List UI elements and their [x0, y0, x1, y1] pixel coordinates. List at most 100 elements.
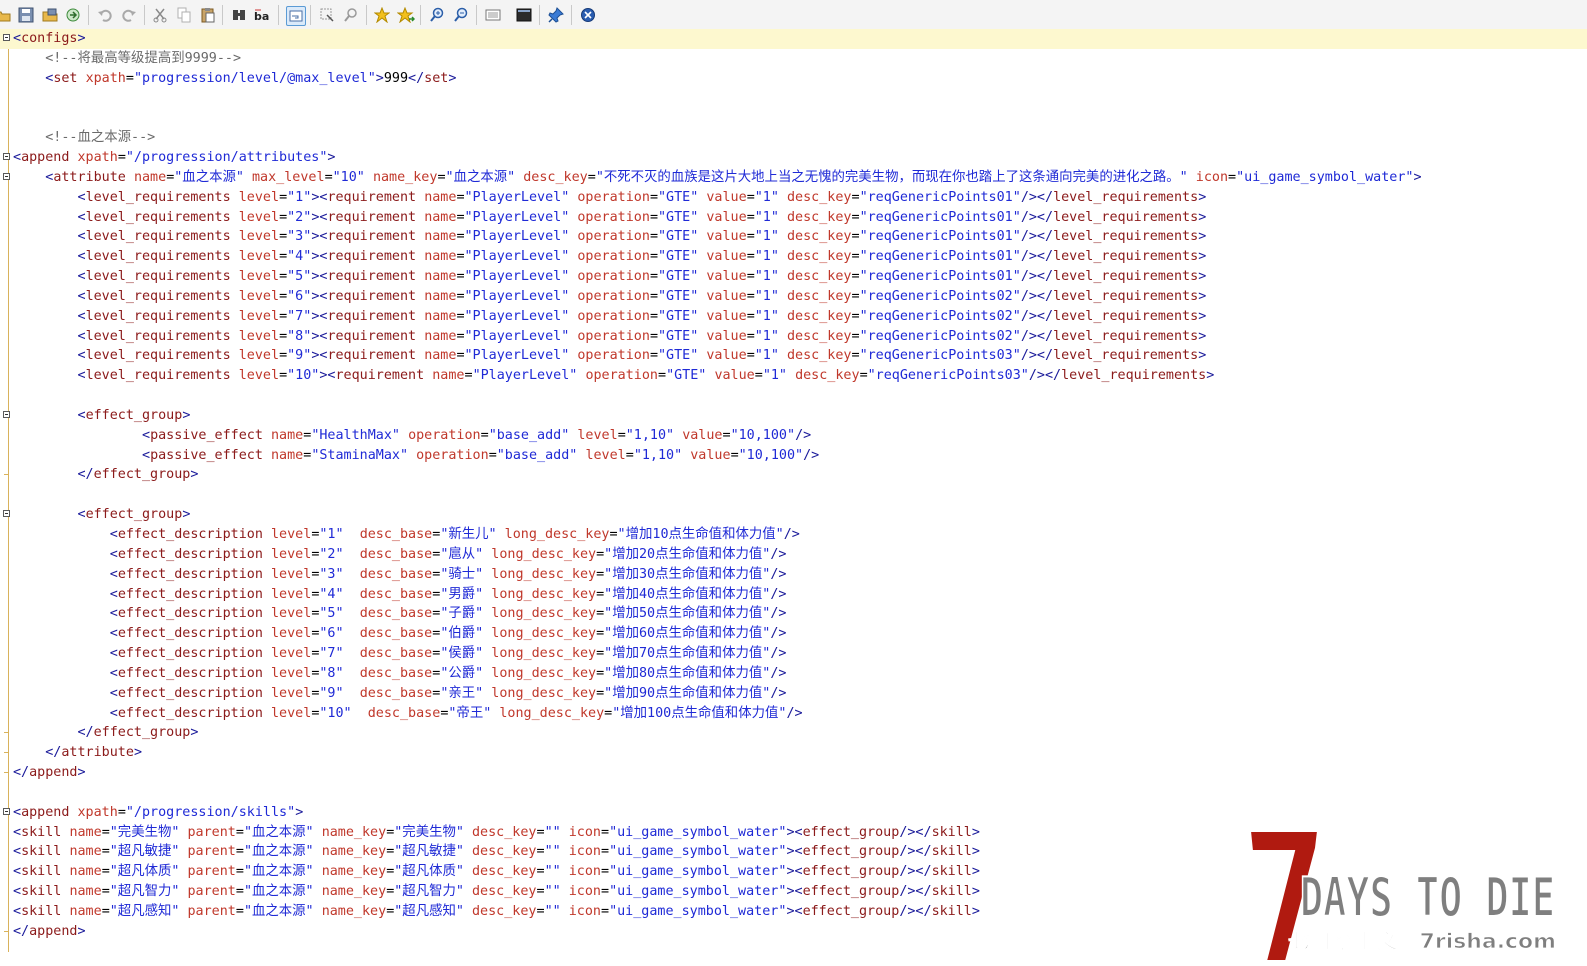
code-line[interactable]: </attribute>	[0, 743, 1587, 763]
zoom-in-icon[interactable]	[428, 6, 446, 24]
bookmark-next-icon[interactable]	[397, 6, 415, 24]
code-line[interactable]	[0, 783, 1587, 803]
zoom-find-icon[interactable]	[342, 6, 360, 24]
code-token: "PlayerLevel"	[472, 368, 586, 384]
code-line[interactable]: <level_requirements level="1"><requireme…	[0, 188, 1587, 208]
code-line[interactable]: <effect_description level="7" desc_base=…	[0, 644, 1587, 664]
code-token: <	[13, 804, 22, 820]
code-token: =	[456, 229, 465, 245]
code-line[interactable]: <effect_group>	[0, 406, 1587, 426]
code-line[interactable]: <level_requirements level="4"><requireme…	[0, 247, 1587, 267]
code-token: /></	[1020, 288, 1054, 304]
code-text: <effect_description level="3" desc_base=…	[13, 565, 787, 585]
code-line[interactable]: <effect_description level="2" desc_base=…	[0, 545, 1587, 565]
code-line[interactable]: <level_requirements level="5"><requireme…	[0, 267, 1587, 287]
reload-icon[interactable]	[64, 6, 82, 24]
code-line[interactable]: </effect_group>	[0, 465, 1587, 485]
code-line[interactable]: <!--将最高等级提高到9999-->	[0, 49, 1587, 69]
code-line[interactable]: <attribute name="血之本源" max_level="10" na…	[0, 168, 1587, 188]
code-line[interactable]	[0, 89, 1587, 109]
code-token: level	[271, 527, 312, 542]
word-wrap-icon[interactable]	[286, 6, 306, 26]
open-folder-icon[interactable]	[0, 6, 12, 24]
bookmark-icon[interactable]	[373, 6, 391, 24]
code-line[interactable]	[0, 386, 1587, 406]
code-token: effect_group	[93, 467, 191, 483]
code-token: =	[235, 884, 244, 900]
code-line[interactable]: <effect_description level="1" desc_base=…	[0, 525, 1587, 545]
code-line[interactable]: <passive_effect name = "HealthMax" operati…	[0, 426, 1587, 446]
code-token: "新生儿"	[440, 527, 505, 542]
close-circle-icon[interactable]	[579, 6, 597, 24]
code-line[interactable]: <append xpath="/progression/skills">	[0, 803, 1587, 823]
code-line[interactable]: <level_requirements level="9"><requireme…	[0, 346, 1587, 366]
code-text: <level_requirements level="10"><requirem…	[13, 366, 1215, 386]
fold-toggle-icon[interactable]	[3, 34, 10, 41]
code-line[interactable]: <effect_description level="5" desc_base=…	[0, 604, 1587, 624]
code-line[interactable]: <effect_description level="4" desc_base=…	[0, 585, 1587, 605]
code-token: level_requirements	[85, 328, 239, 344]
save-icon[interactable]	[17, 6, 35, 24]
code-token: value	[706, 249, 747, 265]
code-text: <append xpath="/progression/skills">	[13, 803, 303, 823]
code-line[interactable]: </append>	[0, 763, 1587, 783]
code-token: desc_key	[787, 249, 852, 265]
code-token: <	[13, 864, 22, 880]
fold-toggle-icon[interactable]	[3, 172, 10, 180]
fold-toggle-icon[interactable]	[3, 410, 10, 418]
code-line[interactable]	[0, 108, 1587, 128]
fold-end-marker	[4, 474, 9, 476]
code-token: value	[706, 189, 747, 205]
undo-icon[interactable]	[96, 6, 114, 24]
fold-toggle-icon[interactable]	[3, 807, 10, 815]
code-line[interactable]: <configs>	[0, 29, 1587, 49]
code-line[interactable]: <effect_description level = "10" desc_base…	[0, 704, 1587, 724]
code-line[interactable]: <level_requirements level="6"><requireme…	[0, 287, 1587, 307]
code-line[interactable]: <level_requirements level="7"><requireme…	[0, 307, 1587, 327]
code-line[interactable]: <effect_description level="3" desc_base=…	[0, 565, 1587, 585]
redo-icon[interactable]	[120, 6, 138, 24]
toolbar-separator	[222, 5, 223, 25]
code-token: ""	[544, 864, 569, 880]
code-token: >	[1206, 368, 1215, 384]
replace-icon[interactable]: ba	[254, 6, 272, 24]
code-token: "7"	[287, 308, 312, 324]
code-line[interactable]	[0, 485, 1587, 505]
code-token: =	[101, 884, 110, 900]
save-all-icon[interactable]	[41, 6, 59, 24]
code-line[interactable]: <!--血之本源-->	[0, 128, 1587, 148]
code-line[interactable]: <effect_description level="9" desc_base=…	[0, 684, 1587, 704]
code-token: >	[1198, 269, 1207, 285]
code-token: "1"	[319, 527, 360, 542]
fold-toggle-icon[interactable]	[3, 510, 10, 518]
code-line[interactable]: <append xpath="/progression/attributes">	[0, 148, 1587, 168]
code-line[interactable]: <effect_description level="8" desc_base=…	[0, 664, 1587, 684]
code-token: "伯爵"	[440, 626, 492, 642]
code-editor[interactable]: <configs> <!--将最高等级提高到9999--> <set xpath…	[0, 29, 1587, 962]
find-icon[interactable]	[230, 6, 248, 24]
select-icon[interactable]	[318, 6, 336, 24]
code-line[interactable]: <passive_effect name = "StaminaMax" operat…	[0, 446, 1587, 466]
code-line[interactable]: <level_requirements level="10"><requirem…	[0, 366, 1587, 386]
view-icon[interactable]	[484, 6, 502, 24]
pin-icon[interactable]	[547, 6, 565, 24]
zoom-out-icon[interactable]	[452, 6, 470, 24]
code-line[interactable]: <level_requirements level="8"><requireme…	[0, 327, 1587, 347]
code-token: "完美生物"	[109, 824, 188, 840]
console-icon[interactable]	[515, 6, 533, 24]
code-token: =	[746, 328, 755, 344]
code-line[interactable]: <effect_group>	[0, 505, 1587, 525]
fold-toggle-icon[interactable]	[3, 153, 10, 161]
code-line[interactable]: <level_requirements level="3"><requireme…	[0, 227, 1587, 247]
paste-icon[interactable]	[199, 6, 217, 24]
code-line[interactable]: </effect_group>	[0, 723, 1587, 743]
code-token: "ui_game_symbol_water"	[609, 844, 787, 860]
code-token: "reqGenericPoints02"	[859, 328, 1021, 344]
code-line[interactable]: <effect_description level="6" desc_base=…	[0, 624, 1587, 644]
cut-icon[interactable]	[151, 6, 169, 24]
code-line[interactable]: <level_requirements level="2"><requireme…	[0, 208, 1587, 228]
code-token: "reqGenericPoints01"	[859, 189, 1021, 205]
code-line[interactable]: <set xpath="progression/level/@max_level…	[0, 69, 1587, 89]
copy-icon[interactable]	[175, 6, 193, 24]
